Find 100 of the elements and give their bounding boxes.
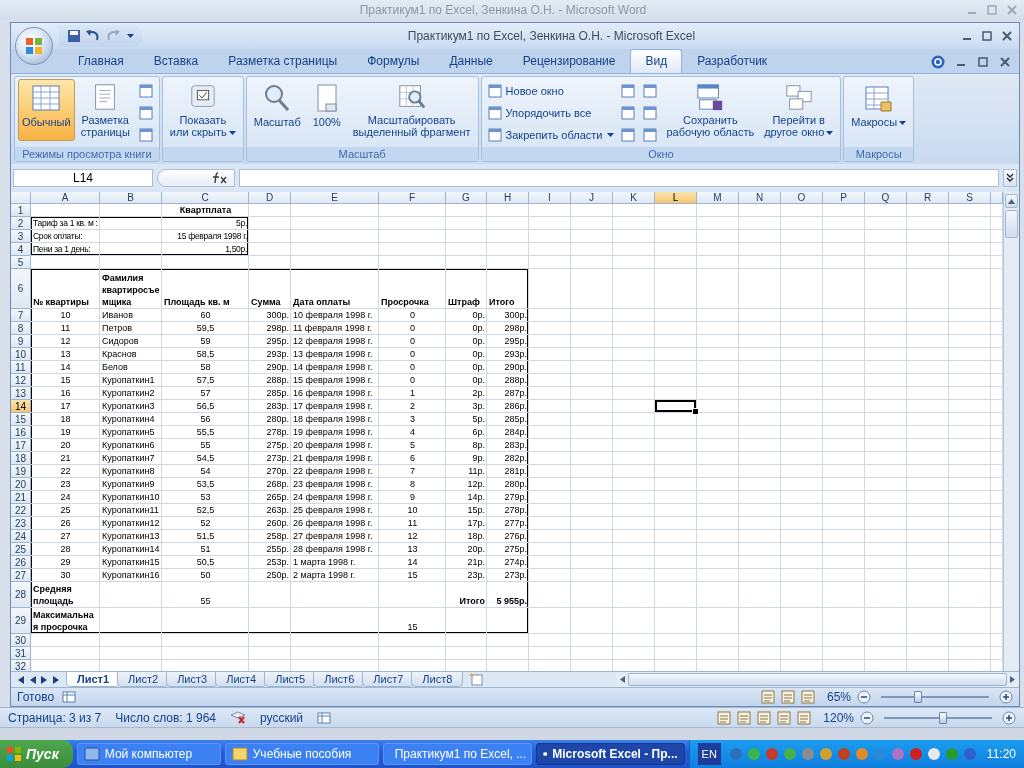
column-header[interactable]: B	[100, 192, 162, 204]
row-header[interactable]: 22	[11, 504, 31, 517]
column-header[interactable]	[991, 192, 1003, 204]
taskbar-button[interactable]: Мой компьютер	[76, 743, 221, 765]
close-icon[interactable]	[1001, 30, 1013, 42]
ribbon-tab[interactable]: Разработчик	[682, 49, 783, 73]
scroll-thumb[interactable]	[1005, 210, 1018, 238]
taskbar-button[interactable]: Практикум1 по Excel, ...	[382, 743, 532, 765]
tray-icon[interactable]	[926, 747, 941, 761]
ribbon-tab[interactable]: Вставка	[138, 49, 214, 73]
row-header[interactable]: 12	[11, 374, 31, 387]
taskbar-button[interactable]: Учебные пособия	[224, 743, 379, 765]
draft-view-icon[interactable]	[797, 710, 812, 725]
row-header[interactable]: 8	[11, 322, 31, 335]
page-count[interactable]: Страница: 3 из 7	[8, 710, 102, 725]
zoom-in-icon[interactable]	[1002, 710, 1016, 725]
column-header[interactable]: P	[823, 192, 865, 204]
ribbon-button[interactable]: Масштабировать выделенный фрагмент	[348, 79, 475, 141]
column-header[interactable]: A	[31, 192, 100, 204]
row-header[interactable]: 15	[11, 413, 31, 426]
vertical-scrollbar[interactable]	[1003, 192, 1019, 671]
scroll-thumb[interactable]	[628, 673, 1007, 686]
name-box[interactable]: L14	[13, 169, 153, 187]
row-header[interactable]: 9	[11, 335, 31, 348]
tray-icon[interactable]	[728, 747, 743, 761]
function-icon[interactable]	[212, 172, 228, 184]
ribbon-button[interactable]: Новое окно	[484, 81, 617, 101]
reading-view-icon[interactable]	[737, 710, 752, 725]
row-header[interactable]: 3	[11, 230, 31, 243]
ribbon-tab[interactable]: Формулы	[352, 49, 435, 73]
zoom-in-icon[interactable]	[999, 690, 1013, 704]
tray-icon[interactable]	[908, 747, 923, 761]
row-header[interactable]: 16	[11, 426, 31, 439]
row-header[interactable]: 11	[11, 361, 31, 374]
row-header[interactable]: 2	[11, 217, 31, 230]
row-header[interactable]: 14	[11, 400, 31, 413]
language-indicator[interactable]: EN	[697, 743, 721, 765]
ribbon-button[interactable]: Сохранить рабочую область	[662, 79, 759, 141]
row-header[interactable]: 10	[11, 348, 31, 361]
row-header[interactable]: 23	[11, 517, 31, 530]
row-header[interactable]: 26	[11, 556, 31, 569]
row-header[interactable]: 29	[11, 608, 31, 634]
horizontal-scrollbar[interactable]	[616, 672, 1019, 687]
row-header[interactable]: 25	[11, 543, 31, 556]
tray-icon[interactable]	[818, 747, 833, 761]
row-header[interactable]: 6	[11, 269, 31, 309]
tray-icon[interactable]	[962, 747, 977, 761]
word-count[interactable]: Число слов: 1 964	[115, 710, 216, 725]
slider-thumb[interactable]	[939, 711, 947, 724]
formula-field[interactable]	[239, 169, 999, 187]
column-header[interactable]: L	[655, 192, 697, 204]
ribbon-tab[interactable]: Вид	[630, 49, 683, 73]
ribbon-button[interactable]: Масштаб	[249, 79, 305, 141]
row-header[interactable]: 20	[11, 478, 31, 491]
book-check-icon[interactable]	[230, 710, 246, 725]
tray-icon[interactable]	[836, 747, 851, 761]
select-all-button[interactable]	[11, 192, 31, 204]
print-layout-view-icon[interactable]	[717, 710, 732, 725]
ribbon-button[interactable]: Макросы	[847, 79, 911, 141]
row-header[interactable]: 19	[11, 465, 31, 478]
expand-button[interactable]	[1003, 169, 1017, 187]
zoom-out-icon[interactable]	[860, 710, 874, 725]
save-icon[interactable]	[67, 29, 81, 43]
row-header[interactable]: 13	[11, 387, 31, 400]
page-layout-view-icon[interactable]	[780, 690, 795, 704]
outline-view-icon[interactable]	[777, 710, 792, 725]
column-header[interactable]: F	[379, 192, 446, 204]
column-header[interactable]: S	[949, 192, 991, 204]
column-header[interactable]: R	[907, 192, 949, 204]
row-header[interactable]: 30	[11, 634, 31, 647]
ribbon-button[interactable]: Обычный	[18, 79, 75, 141]
column-header[interactable]: E	[291, 192, 379, 204]
zoom-level[interactable]: 65%	[826, 690, 851, 704]
row-header[interactable]: 18	[11, 452, 31, 465]
row-header[interactable]: 28	[11, 582, 31, 608]
ribbon-tab[interactable]: Разметка страницы	[213, 49, 353, 73]
column-header[interactable]: G	[446, 192, 487, 204]
column-header[interactable]: D	[249, 192, 291, 204]
left-arrow-icon[interactable]	[620, 676, 626, 683]
column-header[interactable]: N	[739, 192, 781, 204]
restore-icon[interactable]	[977, 56, 989, 68]
undo-icon[interactable]	[85, 29, 101, 43]
column-header[interactable]: O	[781, 192, 823, 204]
row-header[interactable]: 21	[11, 491, 31, 504]
ribbon-tab[interactable]: Данные	[434, 49, 508, 73]
web-view-icon[interactable]	[757, 710, 772, 725]
fill-handle[interactable]	[692, 408, 699, 415]
maximize-icon[interactable]	[981, 30, 993, 42]
column-header[interactable]: M	[697, 192, 739, 204]
normal-view-icon[interactable]	[760, 690, 775, 704]
row-header[interactable]: 31	[11, 647, 31, 660]
slider-thumb[interactable]	[914, 691, 922, 703]
ribbon-button[interactable]: Закрепить области	[484, 125, 617, 145]
ribbon-button[interactable]: Упорядочить все	[484, 103, 617, 123]
ribbon-button[interactable]: Показать или скрыть	[165, 79, 240, 141]
zoom-level[interactable]: 120%	[823, 710, 854, 725]
column-header[interactable]: Q	[865, 192, 907, 204]
close-icon[interactable]	[999, 56, 1011, 68]
page-break-view-icon[interactable]	[800, 690, 815, 704]
help-icon[interactable]	[931, 55, 945, 69]
